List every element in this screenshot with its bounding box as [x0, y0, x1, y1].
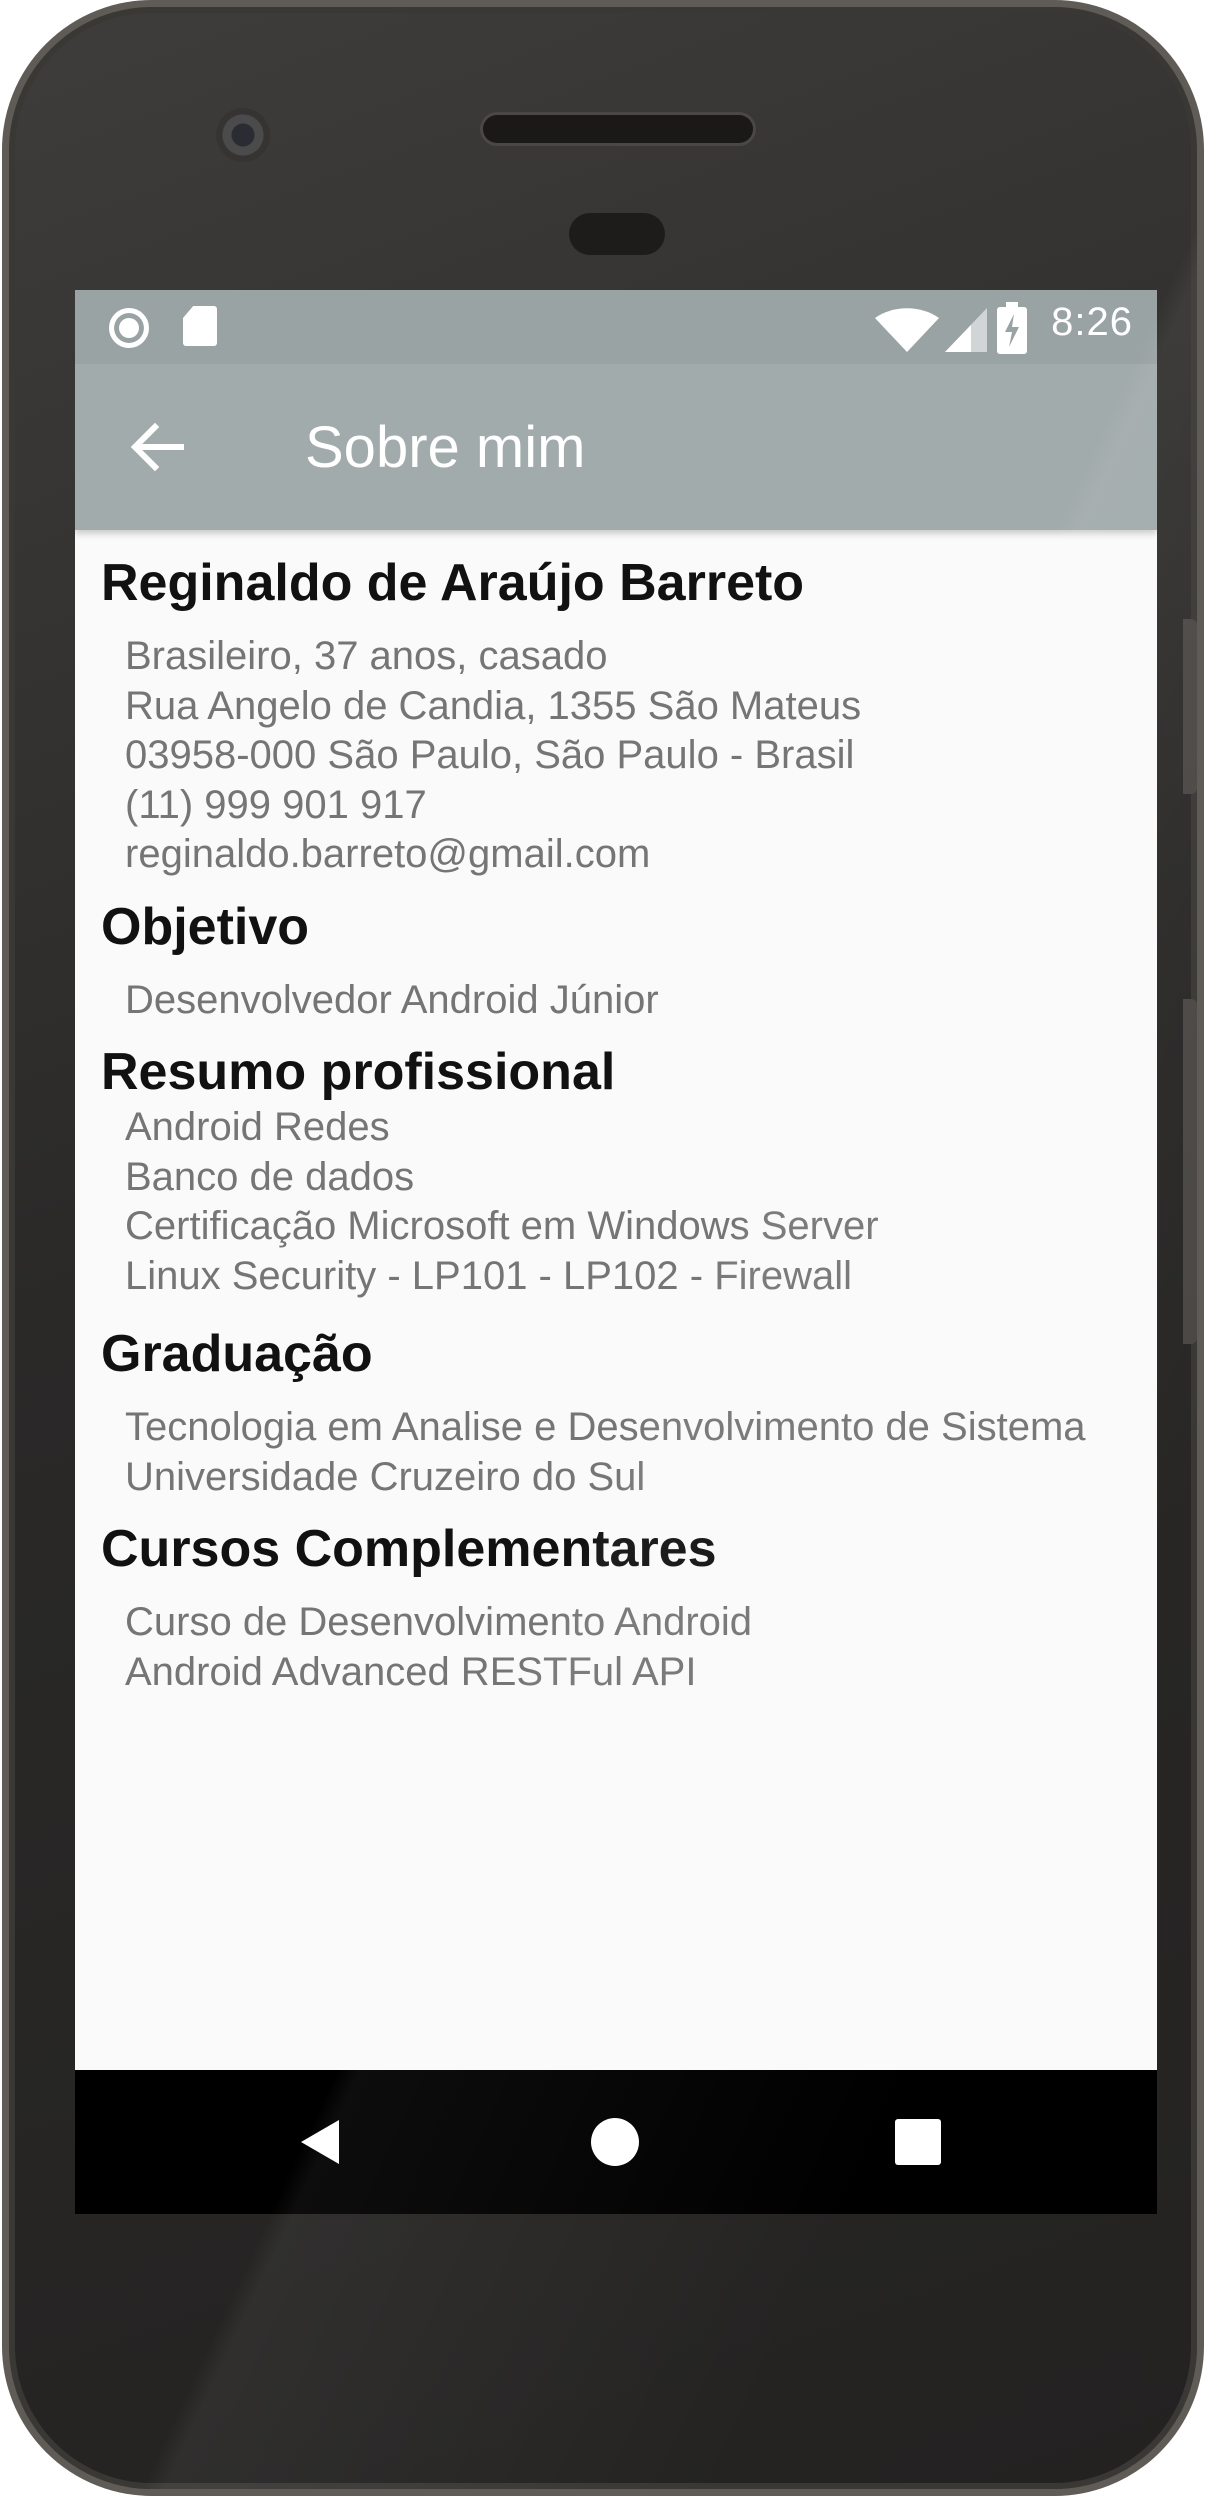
text-line: Curso de Desenvolvimento Android	[125, 1600, 753, 1644]
text-line: Banco de dados	[125, 1154, 415, 1199]
text-line: 03958-000 São Paulo, São Paulo - Brasil	[125, 733, 855, 777]
phone-frame: 8:26 Sobre mim Reginaldo de Araújo Barre…	[2, 0, 1204, 2496]
section-title: Resumo profissional	[101, 1043, 616, 1101]
text-line: Android Advanced RESTFul API	[125, 1649, 697, 1694]
navigation-bar	[75, 2070, 1157, 2214]
phone-screen: 8:26 Sobre mim Reginaldo de Araújo Barre…	[75, 290, 1157, 2214]
volume-button	[1183, 999, 1197, 1344]
section-objective: Objetivo Desenvolvedor Android Júnior	[101, 896, 1137, 1026]
arrow-back-icon	[130, 422, 184, 472]
proximity-sensor	[569, 213, 665, 255]
app-bar: 8:26 Sobre mim	[75, 290, 1157, 530]
nav-back-icon[interactable]	[289, 2112, 349, 2172]
page-title: Sobre mim	[305, 415, 586, 480]
signal-icon	[945, 308, 987, 352]
section-title: Objetivo	[101, 897, 310, 956]
text-line: Brasileiro, 37 anos, casado	[125, 634, 608, 678]
section-body: Desenvolvedor Android Júnior	[101, 976, 1137, 1026]
section-title: Cursos Complementares	[101, 1520, 717, 1578]
battery-charging-icon	[997, 302, 1027, 354]
text-line: Universidade Cruzeiro do Sul	[125, 1454, 646, 1499]
status-bar: 8:26	[75, 290, 1157, 364]
section-body: Android Redes Banco de dados Certificaçã…	[101, 1103, 1137, 1301]
nav-home-icon[interactable]	[585, 2112, 645, 2172]
text-line: Certificação Microsoft em Windows Server	[125, 1204, 879, 1248]
text-line: Android Redes	[125, 1105, 390, 1149]
text-line: reginaldo.barreto@gmail.com	[125, 832, 651, 876]
nav-recents-icon[interactable]	[888, 2112, 948, 2172]
text-line: Tecnologia em Analise e Desenvolvimento …	[125, 1405, 1086, 1449]
front-camera	[216, 108, 270, 162]
status-time: 8:26	[1051, 300, 1133, 344]
section-title: Graduação	[101, 1325, 373, 1383]
text-line: Linux Security - LP101 - LP102 - Firewal…	[125, 1253, 852, 1298]
section-education: Graduação Tecnologia em Analise e Desenv…	[101, 1323, 1137, 1502]
section-courses: Cursos Complementares Curso de Desenvolv…	[101, 1518, 1137, 1697]
section-body: Brasileiro, 37 anos, casado Rua Angelo d…	[101, 632, 1137, 880]
section-professional-summary: Resumo profissional Android Redes Banco …	[101, 1041, 1137, 1301]
text-line: (11) 999 901 917	[125, 782, 427, 827]
earpiece-speaker	[483, 115, 753, 143]
back-button[interactable]	[119, 409, 195, 485]
about-content: Reginaldo de Araújo Barreto Brasileiro, …	[75, 530, 1157, 1697]
wifi-icon	[875, 308, 939, 352]
text-line: Rua Angelo de Candia, 1355 São Mateus	[125, 683, 862, 728]
text-line: Desenvolvedor Android Júnior	[125, 977, 659, 1022]
section-personal: Reginaldo de Araújo Barreto Brasileiro, …	[101, 552, 1137, 880]
section-title: Reginaldo de Araújo Barreto	[101, 554, 805, 612]
power-button	[1183, 619, 1197, 794]
sd-card-icon	[183, 306, 217, 346]
sync-circle-icon	[109, 308, 149, 348]
toolbar: Sobre mim	[75, 364, 1157, 530]
section-body: Tecnologia em Analise e Desenvolvimento …	[101, 1403, 1137, 1502]
section-body: Curso de Desenvolvimento Android Android…	[101, 1598, 1137, 1697]
